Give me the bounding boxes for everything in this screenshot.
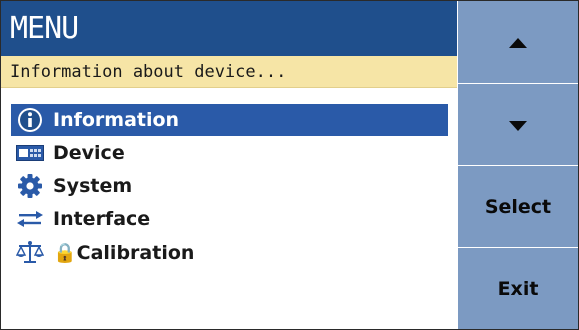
triangle-up-icon bbox=[509, 31, 527, 53]
info-bar: Information about device... bbox=[1, 56, 457, 88]
menu-item-device[interactable]: Device bbox=[11, 137, 448, 169]
triangle-down-icon bbox=[509, 114, 527, 136]
interface-arrows-icon bbox=[13, 203, 47, 235]
menu-item-label: 🔒Calibration bbox=[53, 241, 195, 264]
info-icon bbox=[13, 104, 47, 136]
menu-item-label: System bbox=[53, 175, 133, 197]
down-button[interactable] bbox=[457, 83, 578, 165]
menu-item-label: Interface bbox=[53, 208, 151, 230]
menu-item-interface[interactable]: Interface bbox=[11, 203, 448, 235]
select-button[interactable]: Select bbox=[457, 165, 578, 247]
up-button[interactable] bbox=[457, 1, 578, 83]
exit-button[interactable]: Exit bbox=[457, 247, 578, 329]
soft-key-panel: Select Exit bbox=[457, 1, 578, 329]
device-screen: MENU Information about device... Informa… bbox=[0, 0, 579, 330]
menu-panel: MENU Information about device... Informa… bbox=[1, 1, 457, 329]
menu-item-calibration[interactable]: 🔒Calibration bbox=[11, 236, 448, 268]
gear-icon bbox=[13, 170, 47, 202]
scales-icon bbox=[13, 236, 47, 268]
device-icon bbox=[13, 137, 47, 169]
menu-item-system[interactable]: System bbox=[11, 170, 448, 202]
menu-item-label: Device bbox=[53, 142, 125, 164]
menu-item-information[interactable]: Information bbox=[11, 104, 448, 136]
menu-item-label: Information bbox=[53, 109, 180, 131]
page-title: MENU bbox=[1, 1, 457, 56]
